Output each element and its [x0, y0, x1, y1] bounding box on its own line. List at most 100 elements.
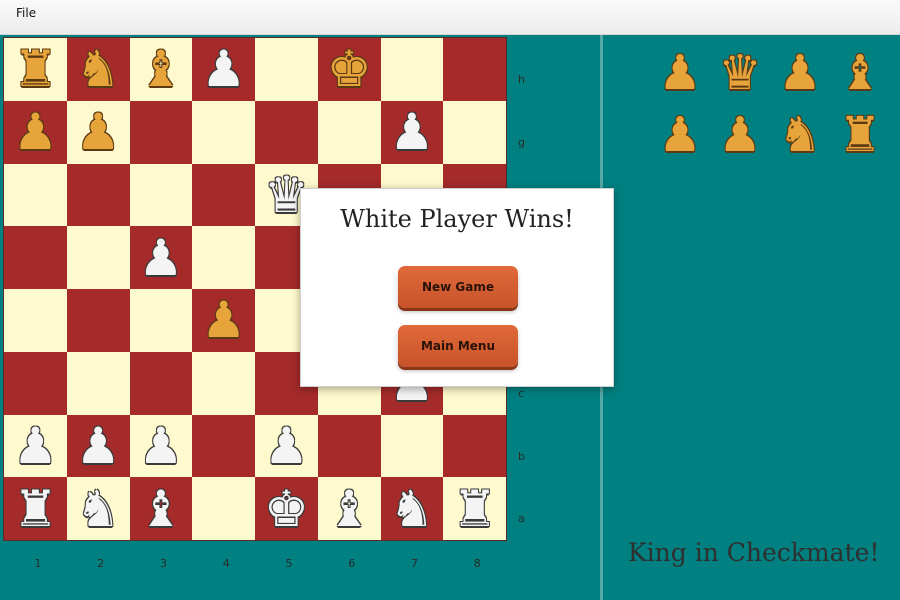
board-square[interactable]: ♜ — [443, 477, 506, 540]
captured-piece: ♝ — [830, 42, 890, 104]
white-bishop-icon[interactable]: ♝ — [138, 484, 183, 534]
board-square[interactable] — [380, 38, 444, 101]
board-square[interactable]: ♟ — [192, 38, 255, 101]
board-square[interactable]: ♟ — [129, 414, 193, 478]
board-square[interactable]: ♝ — [317, 477, 381, 540]
board-square[interactable]: ♟ — [192, 289, 255, 352]
board-square[interactable]: ♝ — [129, 477, 193, 540]
menu-bar: File — [0, 0, 900, 35]
board-square[interactable]: ♚ — [317, 38, 381, 101]
board-square[interactable] — [4, 351, 67, 415]
black-bishop-icon: ♝ — [838, 45, 882, 101]
black-rook-icon[interactable]: ♜ — [13, 44, 58, 94]
board-square[interactable] — [317, 100, 381, 164]
board-square[interactable]: ♞ — [66, 38, 130, 101]
board-square[interactable]: ♜ — [4, 477, 67, 540]
captured-piece: ♟ — [710, 104, 770, 166]
board-square[interactable] — [66, 226, 130, 289]
captured-piece: ♛ — [710, 42, 770, 104]
captured-piece: ♟ — [650, 104, 710, 166]
captured-piece: ♟ — [650, 42, 710, 104]
board-square[interactable] — [129, 100, 193, 164]
board-square[interactable] — [66, 289, 130, 352]
black-pawn-icon[interactable]: ♟ — [13, 107, 58, 157]
white-pawn-icon[interactable]: ♟ — [138, 421, 183, 471]
board-square[interactable] — [4, 289, 67, 352]
captured-piece: ♜ — [830, 104, 890, 166]
board-square[interactable]: ♟ — [129, 226, 193, 289]
board-square[interactable]: ♟ — [66, 100, 130, 164]
board-square[interactable] — [129, 163, 193, 227]
rank-label: b — [518, 449, 525, 463]
white-knight-icon[interactable]: ♞ — [76, 484, 121, 534]
black-pawn-icon: ♟ — [778, 45, 822, 101]
board-square[interactable] — [317, 414, 381, 478]
board-square[interactable]: ♟ — [380, 100, 444, 164]
board-square[interactable] — [192, 100, 255, 164]
white-bishop-icon[interactable]: ♝ — [327, 484, 372, 534]
black-pawn-icon: ♟ — [718, 107, 762, 163]
board-square[interactable] — [255, 100, 318, 164]
board-square[interactable] — [4, 226, 67, 289]
black-pawn-icon[interactable]: ♟ — [76, 107, 121, 157]
white-pawn-icon[interactable]: ♟ — [76, 421, 121, 471]
white-rook-icon[interactable]: ♜ — [13, 484, 58, 534]
game-over-dialog: White Player Wins! New Game Main Menu — [300, 188, 614, 387]
board-square[interactable]: ♞ — [380, 477, 444, 540]
white-pawn-icon[interactable]: ♟ — [138, 233, 183, 283]
white-pawn-icon[interactable]: ♟ — [389, 107, 434, 157]
board-square[interactable]: ♚ — [255, 477, 318, 540]
black-pawn-icon: ♟ — [658, 45, 702, 101]
board-square[interactable]: ♝ — [129, 38, 193, 101]
board-square[interactable] — [443, 38, 506, 101]
black-knight-icon: ♞ — [778, 107, 822, 163]
rank-label: a — [518, 512, 525, 526]
white-pawn-icon[interactable]: ♟ — [264, 421, 309, 471]
board-square[interactable] — [66, 351, 130, 415]
dialog-title: White Player Wins! — [340, 205, 574, 233]
board-square[interactable] — [380, 414, 444, 478]
file-label: 6 — [348, 557, 356, 570]
board-square[interactable] — [66, 163, 130, 227]
board-square[interactable] — [129, 289, 193, 352]
board-square[interactable] — [192, 351, 255, 415]
board-square[interactable] — [443, 414, 506, 478]
white-pawn-icon[interactable]: ♟ — [201, 44, 246, 94]
board-square[interactable] — [192, 477, 255, 540]
board-square[interactable]: ♟ — [4, 100, 67, 164]
board-square[interactable] — [4, 163, 67, 227]
black-bishop-icon[interactable]: ♝ — [138, 44, 183, 94]
black-rook-icon: ♜ — [838, 107, 882, 163]
board-square[interactable]: ♜ — [4, 38, 67, 101]
captured-piece: ♟ — [770, 42, 830, 104]
white-knight-icon[interactable]: ♞ — [389, 484, 434, 534]
white-king-icon[interactable]: ♚ — [264, 484, 309, 534]
black-knight-icon[interactable]: ♞ — [76, 44, 121, 94]
black-king-icon[interactable]: ♚ — [327, 44, 372, 94]
file-label: 7 — [411, 557, 418, 570]
rank-label: c — [518, 386, 525, 400]
captured-pieces-panel: ♟ ♛ ♟ ♝ ♟ ♟ ♞ ♜ — [650, 42, 890, 166]
main-menu-button[interactable]: Main Menu — [398, 325, 518, 367]
board-square[interactable]: ♟ — [66, 414, 130, 478]
board-square[interactable]: ♟ — [255, 414, 318, 478]
rank-label: h — [518, 73, 525, 86]
file-label: 5 — [285, 557, 293, 570]
captured-piece: ♞ — [770, 104, 830, 166]
board-square[interactable]: ♞ — [66, 477, 130, 540]
black-pawn-icon[interactable]: ♟ — [201, 295, 246, 345]
board-square[interactable]: ♟ — [4, 414, 67, 478]
black-queen-icon: ♛ — [718, 45, 762, 101]
file-label: 3 — [160, 557, 167, 570]
board-square[interactable] — [192, 226, 255, 289]
board-square[interactable] — [443, 100, 506, 164]
file-label: 8 — [473, 557, 481, 570]
white-rook-icon[interactable]: ♜ — [452, 484, 497, 534]
menu-file[interactable]: File — [16, 6, 36, 20]
board-square[interactable] — [255, 38, 318, 101]
board-square[interactable] — [129, 351, 193, 415]
new-game-button[interactable]: New Game — [398, 266, 518, 308]
white-pawn-icon[interactable]: ♟ — [13, 421, 58, 471]
board-square[interactable] — [192, 163, 255, 227]
board-square[interactable] — [192, 414, 255, 478]
